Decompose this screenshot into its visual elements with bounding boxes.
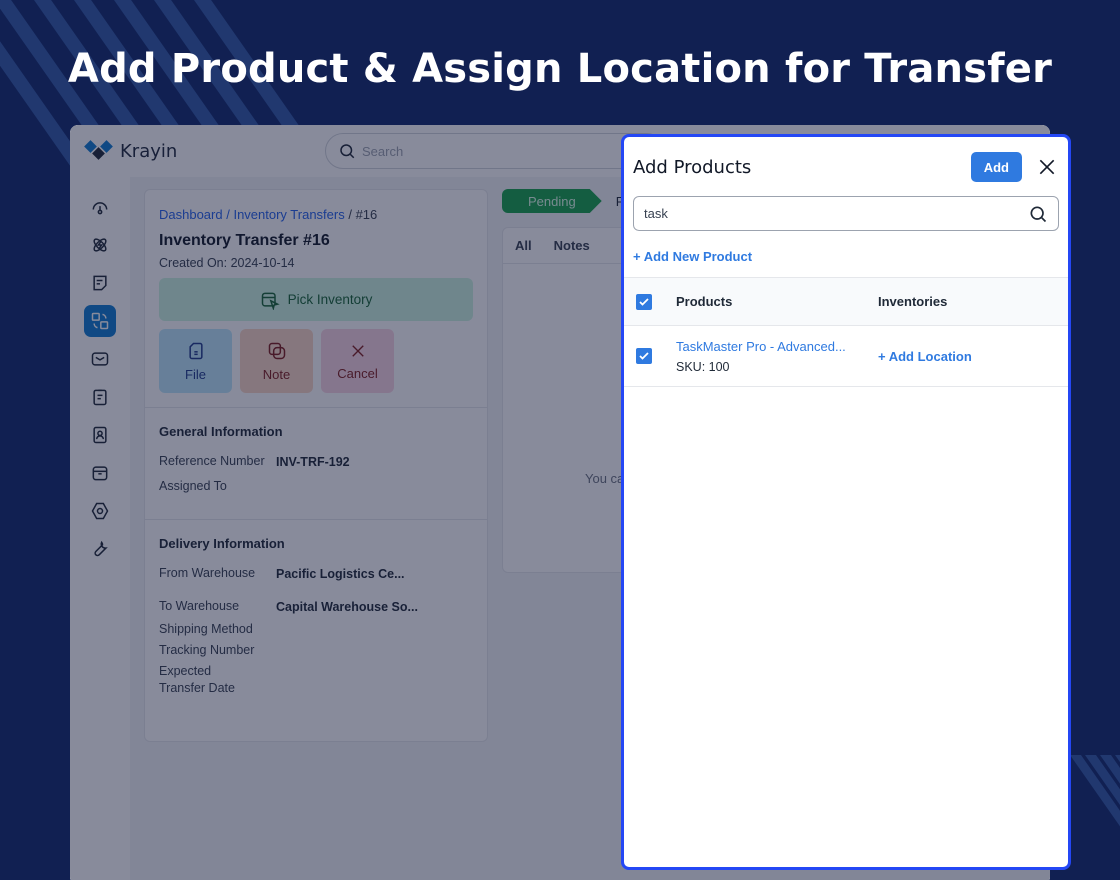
breadcrumb-current: #16 bbox=[355, 207, 378, 222]
section-title: General Information bbox=[159, 424, 283, 439]
breadcrumb-separator: / bbox=[222, 207, 234, 222]
pick-inventory-label: Pick Inventory bbox=[287, 292, 373, 307]
to-warehouse-value: Capital Warehouse So... bbox=[276, 599, 418, 614]
stage-pending[interactable]: Pending bbox=[502, 189, 602, 213]
settings-hex-icon bbox=[91, 502, 109, 520]
table-header: Products Inventories bbox=[624, 277, 1068, 325]
tracking-number-label: Tracking Number bbox=[159, 643, 255, 657]
column-header-products: Products bbox=[676, 294, 733, 309]
assigned-to-label: Assigned To bbox=[159, 479, 227, 493]
transfer-details-panel: Dashboard / Inventory Transfers / #16 In… bbox=[144, 189, 488, 742]
activity-atom-icon bbox=[93, 238, 107, 252]
add-location-link[interactable]: + Add Location bbox=[878, 349, 972, 364]
close-icon bbox=[351, 344, 364, 357]
expected-transfer-date-label: Expected Transfer Date bbox=[159, 664, 235, 695]
cancel-label: Cancel bbox=[337, 365, 378, 381]
empty-state-text: You ca bbox=[585, 471, 625, 486]
sidebar-item-inventory-transfers[interactable] bbox=[84, 305, 116, 337]
file-label: File bbox=[185, 366, 206, 382]
add-new-product-link[interactable]: + Add New Product bbox=[633, 249, 1068, 264]
pick-inventory-button[interactable]: Pick Inventory bbox=[159, 278, 473, 321]
search-icon bbox=[340, 144, 355, 159]
pick-inventory-icon bbox=[261, 292, 280, 310]
checkmark-icon bbox=[639, 297, 649, 306]
tab-notes[interactable]: Notes bbox=[554, 238, 590, 253]
sidebar bbox=[70, 177, 130, 880]
status-pipeline: Pending P bbox=[502, 189, 624, 213]
shipping-method-label: Shipping Method bbox=[159, 622, 253, 636]
sidebar-item-settings[interactable] bbox=[84, 495, 116, 527]
created-on: Created On: 2024-10-14 bbox=[159, 256, 295, 270]
brand-logo[interactable]: Krayin bbox=[84, 139, 177, 163]
row-checkbox[interactable] bbox=[636, 348, 652, 364]
sidebar-item-contacts[interactable] bbox=[84, 419, 116, 451]
cancel-button[interactable]: Cancel bbox=[321, 329, 394, 393]
select-all-checkbox[interactable] bbox=[636, 293, 652, 310]
general-information-section: General Information Reference Number INV-… bbox=[145, 408, 487, 520]
close-icon bbox=[1039, 159, 1055, 175]
modal-title: Add Products bbox=[633, 156, 752, 178]
note-label: Note bbox=[262, 366, 291, 382]
reference-number-value: INV-TRF-192 bbox=[276, 454, 350, 469]
sidebar-item-dashboard[interactable] bbox=[84, 191, 116, 223]
sidebar-item-mail[interactable] bbox=[84, 343, 116, 375]
checkmark-icon bbox=[639, 352, 649, 360]
sidebar-item-products[interactable] bbox=[84, 457, 116, 489]
inventory-transfer-icon bbox=[91, 312, 109, 330]
note-button[interactable]: Note bbox=[240, 329, 313, 393]
from-warehouse-label: From Warehouse bbox=[159, 566, 256, 580]
tab-all[interactable]: All bbox=[515, 238, 532, 253]
breadcrumb-separator: / bbox=[344, 207, 356, 222]
note-icon bbox=[268, 342, 285, 359]
sidebar-item-configuration[interactable] bbox=[84, 533, 116, 565]
add-products-modal: Add Products Add + Add New Product Produ… bbox=[621, 134, 1071, 870]
clipboard-icon bbox=[93, 389, 107, 406]
product-sku: SKU: 100 bbox=[676, 359, 730, 374]
global-search-input[interactable]: Search bbox=[325, 133, 665, 169]
from-warehouse-value: Pacific Logistics Ce... bbox=[276, 566, 405, 581]
close-modal-button[interactable] bbox=[1036, 156, 1058, 178]
product-search-field[interactable] bbox=[633, 196, 1059, 231]
breadcrumb-inventory-transfers[interactable]: Inventory Transfers bbox=[233, 207, 344, 222]
wrench-icon bbox=[94, 540, 108, 557]
add-button[interactable]: Add bbox=[970, 152, 1022, 182]
dashboard-gauge-icon bbox=[92, 202, 108, 215]
sidebar-item-quotes[interactable] bbox=[84, 381, 116, 413]
archive-box-icon bbox=[92, 466, 108, 481]
breadcrumb: Dashboard / Inventory Transfers / #16 bbox=[159, 207, 473, 222]
search-icon[interactable] bbox=[1028, 204, 1048, 224]
sidebar-item-notes[interactable] bbox=[84, 267, 116, 299]
page-title: Inventory Transfer #16 bbox=[159, 232, 330, 249]
mail-icon bbox=[91, 352, 109, 366]
delivery-information-section: Delivery Information From Warehouse Pacif… bbox=[145, 520, 487, 721]
breadcrumb-dashboard[interactable]: Dashboard bbox=[159, 207, 223, 222]
products-table: Products Inventories TaskMaster Pro - Ad… bbox=[624, 277, 1068, 387]
column-header-inventories: Inventories bbox=[878, 294, 948, 309]
page-headline: Add Product & Assign Location for Transf… bbox=[67, 46, 1053, 92]
table-row: TaskMaster Pro - Advanced... SKU: 100 + … bbox=[624, 325, 1068, 387]
file-button[interactable]: File bbox=[159, 329, 232, 393]
contacts-icon bbox=[93, 426, 107, 444]
product-search-input[interactable] bbox=[644, 206, 1004, 221]
sidebar-item-activities[interactable] bbox=[84, 229, 116, 261]
search-placeholder: Search bbox=[362, 143, 404, 159]
section-title: Delivery Information bbox=[159, 536, 285, 551]
reference-number-label: Reference Number bbox=[159, 454, 265, 468]
note-sticky-icon bbox=[93, 275, 107, 291]
krayin-logo-icon bbox=[84, 140, 113, 160]
file-icon bbox=[188, 342, 203, 359]
to-warehouse-label: To Warehouse bbox=[159, 599, 240, 613]
brand-name: Krayin bbox=[120, 140, 178, 162]
product-name-link[interactable]: TaskMaster Pro - Advanced... bbox=[676, 339, 878, 354]
